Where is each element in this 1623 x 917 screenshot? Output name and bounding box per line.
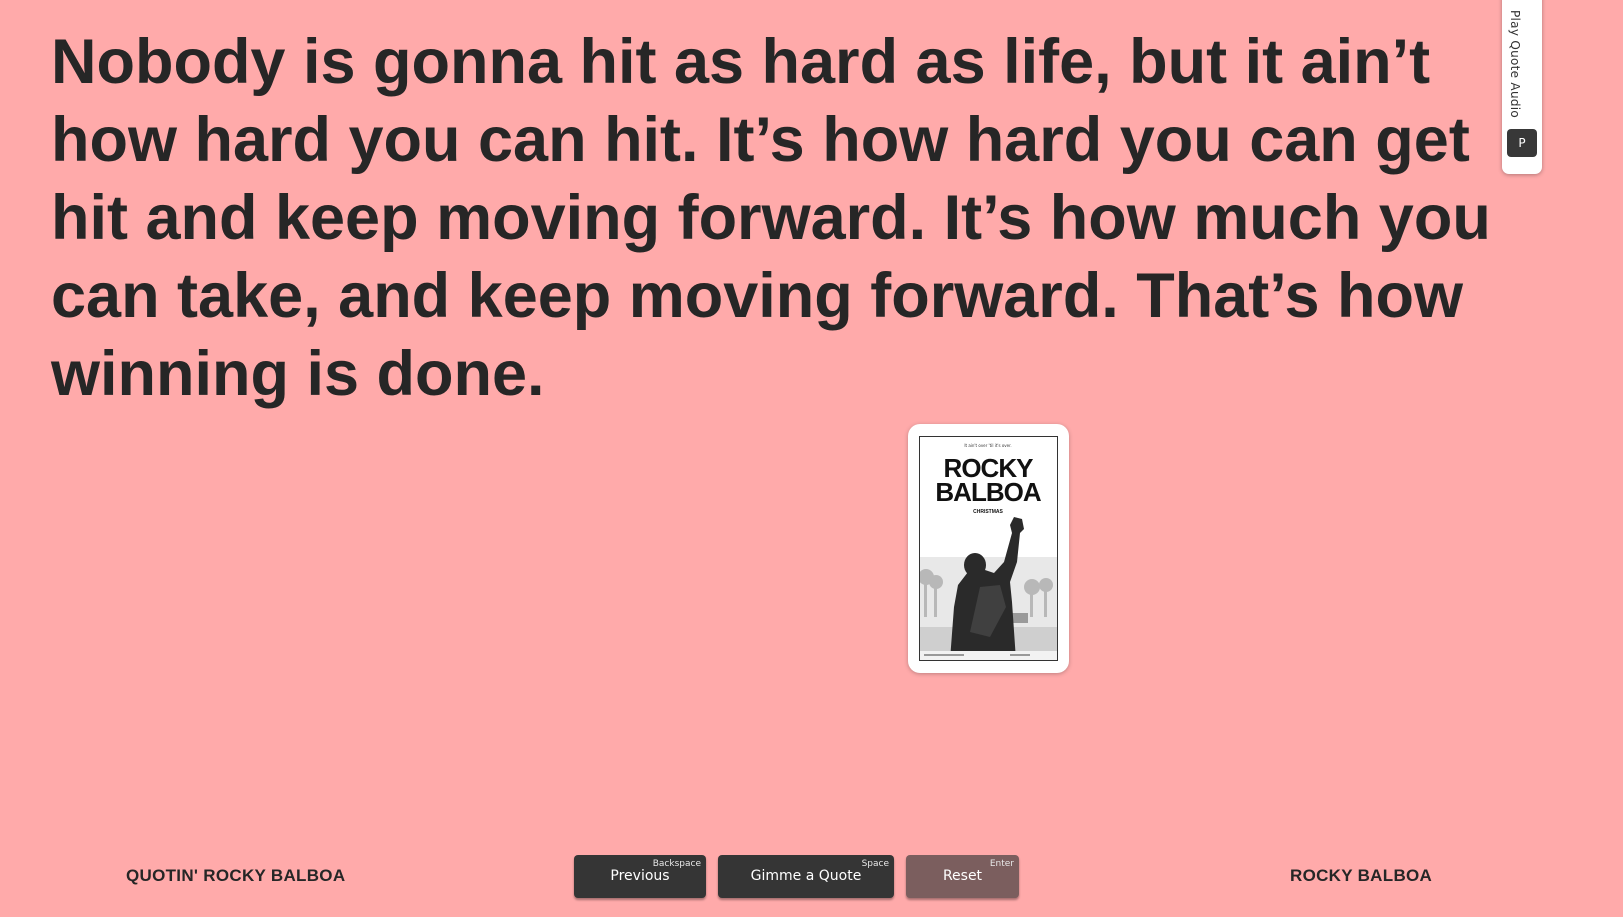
reset-button-label: Reset [942,868,983,884]
quote-button-label: Gimme a Quote [750,868,862,884]
play-quote-audio-label: Play Quote Audio [1508,10,1522,119]
character-name: ROCKY BALBOA [1290,866,1433,885]
previous-button[interactable]: Backspace Previous [574,855,706,898]
app-title: QUOTIN' ROCKY BALBOA [126,866,346,885]
audio-shortcut-key: P [1507,129,1537,157]
previous-button-label: Previous [610,868,670,884]
rocky-balboa-poster: It ain't over 'til it's over. ROCKY BALB… [919,436,1058,661]
gimme-a-quote-button[interactable]: Space Gimme a Quote [718,855,894,898]
poster-title-line2: BALBOA [935,477,1041,507]
poster-tagline: It ain't over 'til it's over. [964,443,1011,448]
quote-text: Nobody is gonna hit as hard as life, but… [51,27,1491,409]
movie-poster-card: It ain't over 'til it's over. ROCKY BALB… [908,424,1069,673]
reset-button[interactable]: Enter Reset [906,855,1019,898]
play-quote-audio-tab[interactable]: Play Quote Audio P [1502,0,1542,174]
poster-subtitle: CHRISTMAS [973,509,1003,515]
